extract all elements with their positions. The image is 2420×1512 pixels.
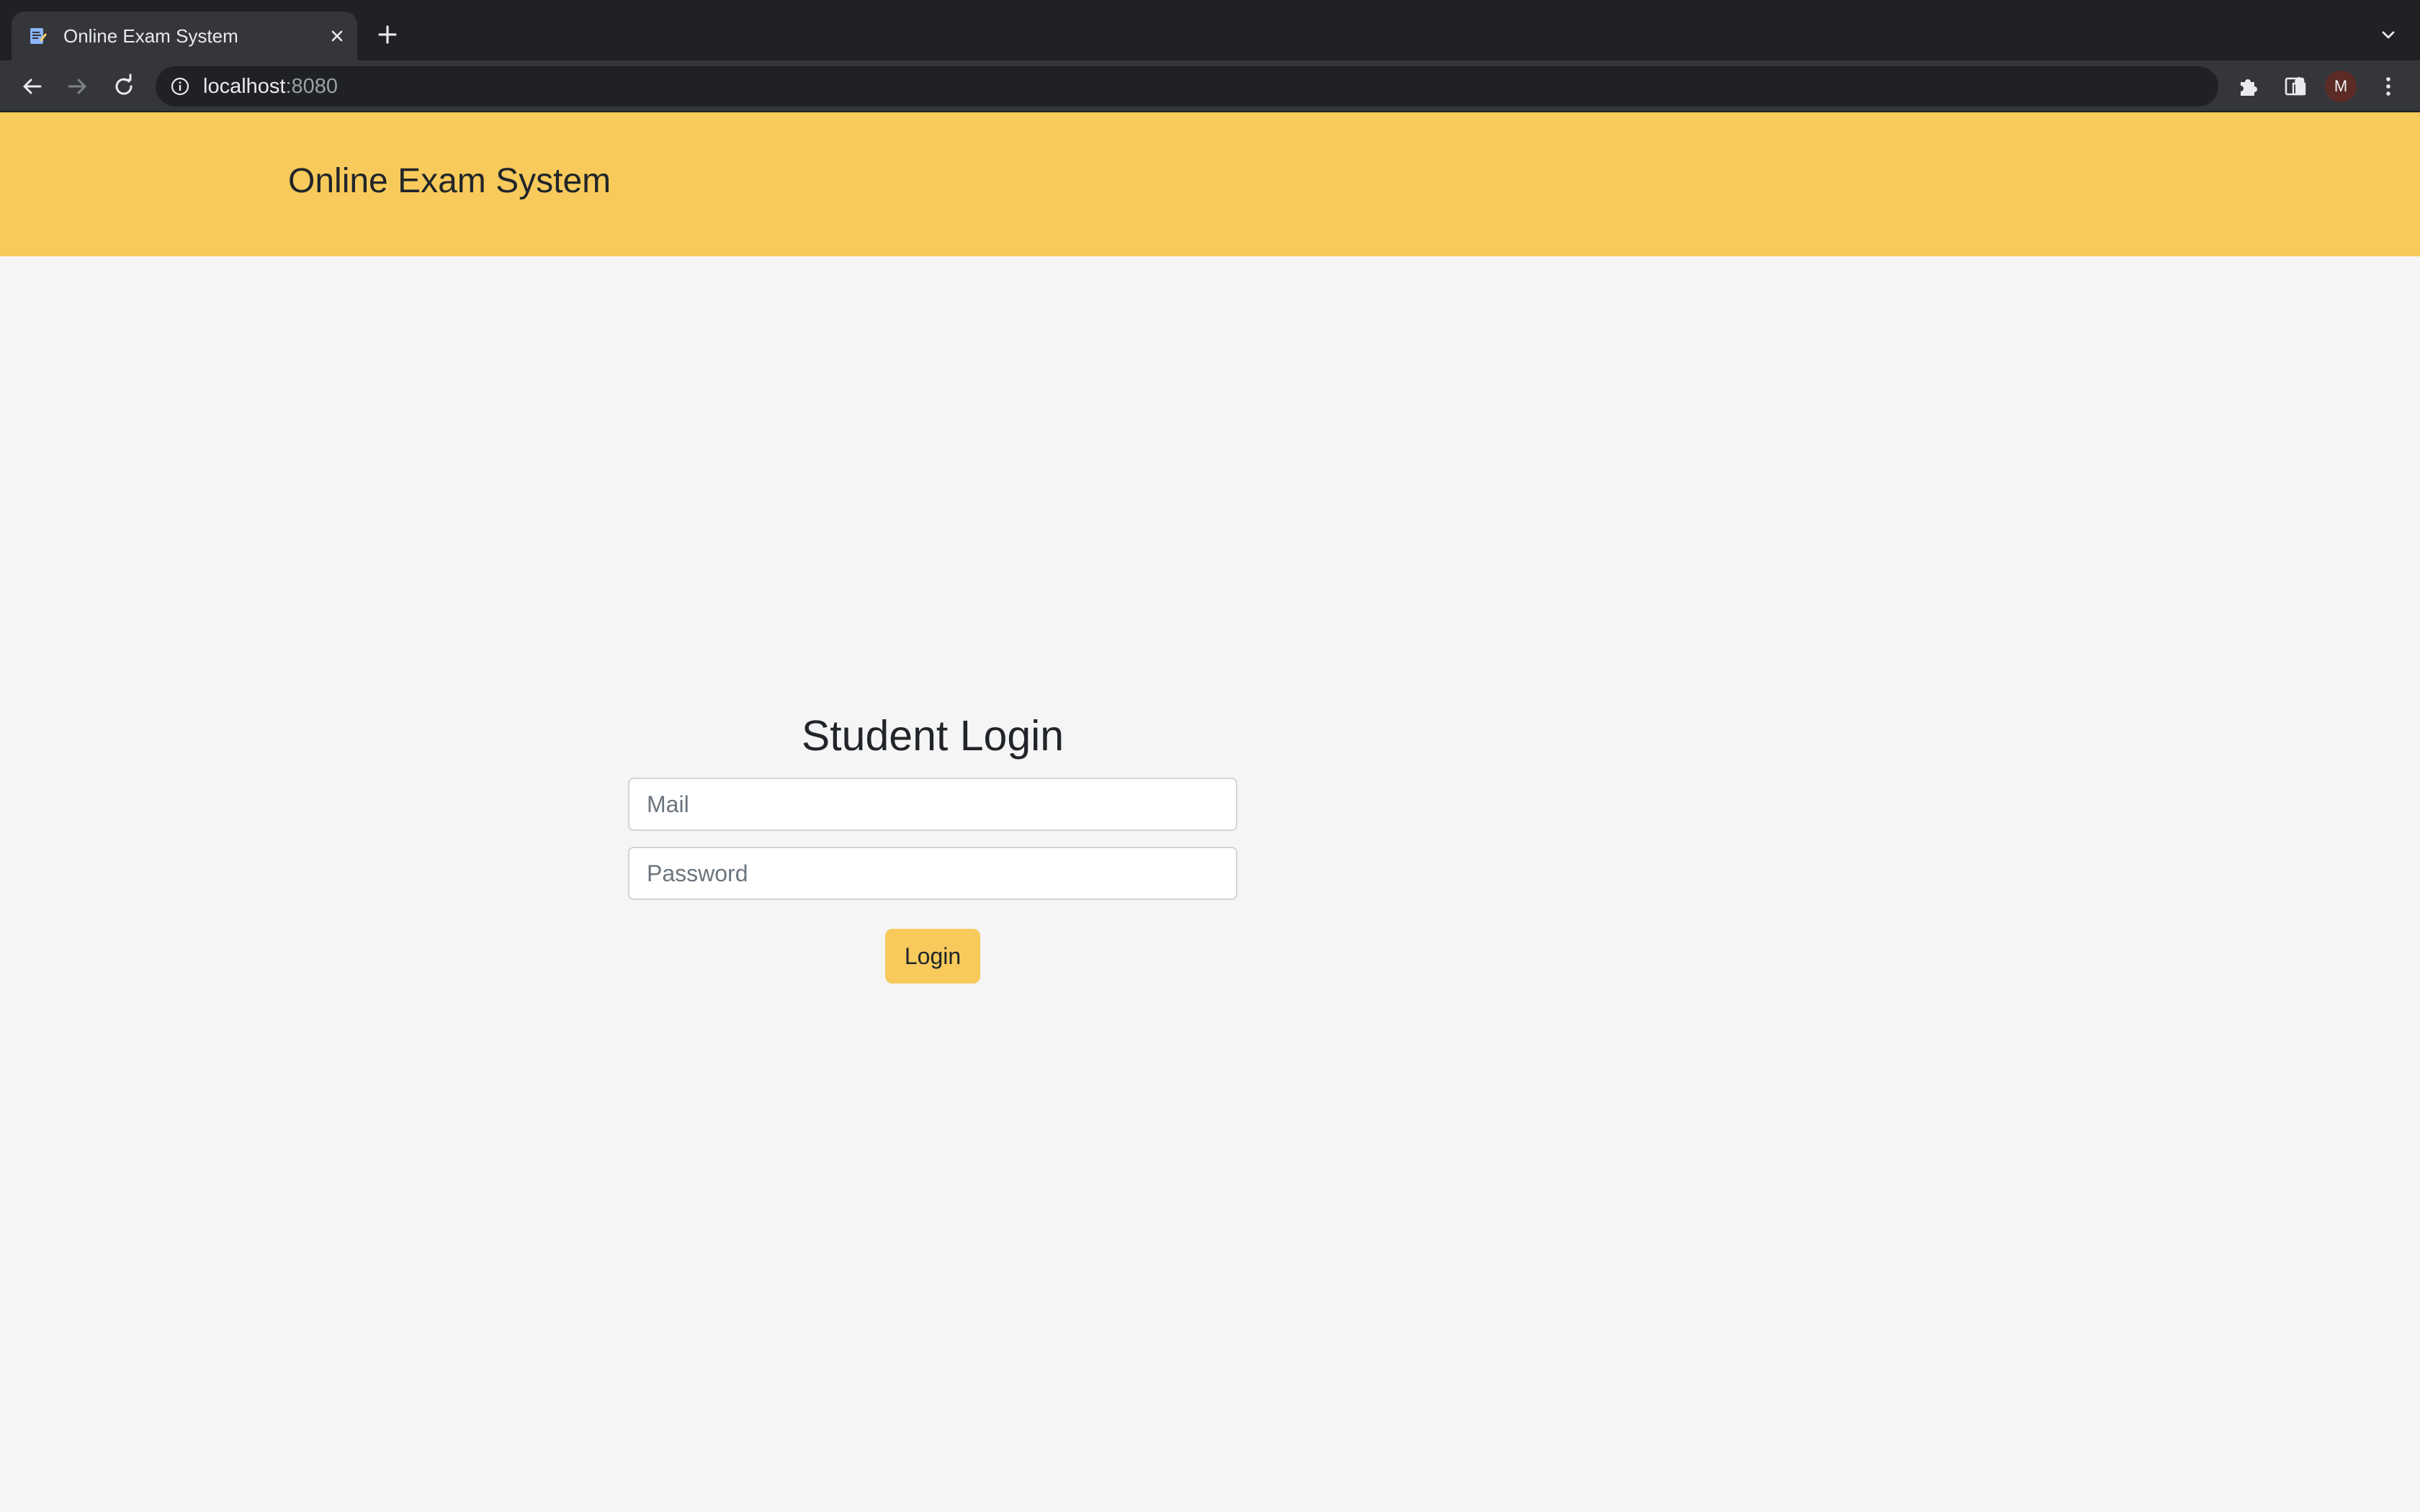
browser-tab[interactable]: Online Exam System — [12, 12, 357, 60]
mail-input[interactable] — [628, 778, 1237, 831]
address-bar[interactable]: localhost:8080 — [156, 66, 2355, 107]
tab-title: Online Exam System — [63, 25, 238, 47]
site-header: Online Exam System — [0, 112, 2420, 256]
reload-icon[interactable] — [109, 72, 138, 101]
page-content: Online Exam System Student Login Login — [0, 112, 2420, 1512]
tab-search-icon[interactable] — [2377, 23, 2400, 46]
extensions-icon[interactable] — [2236, 73, 2262, 99]
url-host: localhost — [203, 75, 286, 98]
url-text[interactable]: localhost:8080 — [203, 73, 338, 99]
site-brand[interactable]: Online Exam System — [288, 160, 611, 203]
url-port: :8080 — [285, 75, 339, 98]
menu-icon[interactable] — [2375, 73, 2401, 99]
profile-avatar[interactable]: M — [2325, 71, 2357, 102]
forward-icon[interactable] — [63, 72, 92, 101]
close-icon[interactable] — [326, 24, 349, 48]
login-title: Student Login — [801, 712, 1065, 760]
browser-tabstrip: Online Exam System — [0, 0, 2420, 60]
new-tab-icon[interactable] — [375, 22, 400, 48]
side-panel-icon[interactable] — [2282, 73, 2308, 99]
exam-sheet-icon — [30, 28, 47, 44]
back-icon[interactable] — [17, 72, 46, 101]
info-icon[interactable] — [170, 76, 190, 96]
password-input[interactable] — [628, 847, 1237, 900]
login-button[interactable]: Login — [885, 929, 980, 984]
